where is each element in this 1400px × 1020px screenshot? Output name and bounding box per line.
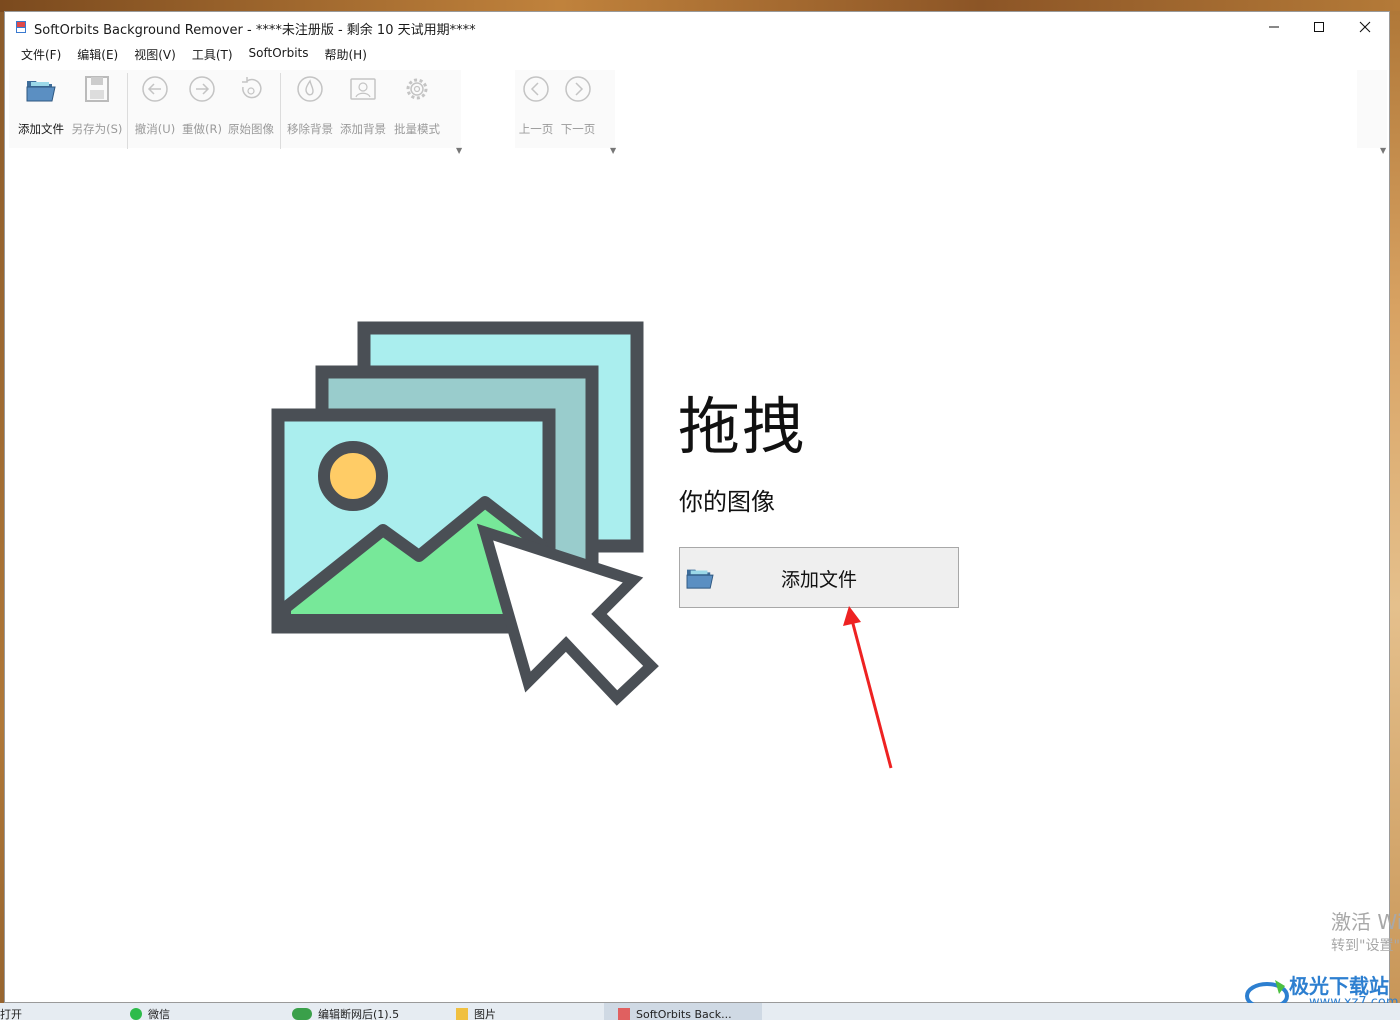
app-logo-icon (618, 1008, 630, 1020)
save-as-button[interactable]: 另存为(S) (69, 67, 125, 137)
folder-icon (456, 1008, 468, 1020)
window-title: SoftOrbits Background Remover - ****未注册版… (34, 23, 476, 38)
maximize-icon (1314, 22, 1324, 32)
menu-tools[interactable]: 工具(T) (184, 43, 241, 65)
next-page-label: 下一页 (560, 122, 596, 136)
menu-edit[interactable]: 编辑(E) (69, 43, 126, 65)
toolbar-group-extra (1357, 70, 1387, 148)
wechat-icon (130, 1008, 142, 1020)
forward-arrow-icon (189, 76, 215, 102)
save-as-label: 另存为(S) (71, 122, 123, 136)
batch-mode-button[interactable]: 批量模式 (391, 67, 443, 137)
app-logo-icon (16, 21, 26, 33)
taskbar-item-editor-label: 编辑断网后(1).5 (318, 1008, 400, 1020)
minimize-button[interactable] (1251, 12, 1297, 42)
editor-icon (292, 1008, 312, 1020)
toolbar-separator (280, 73, 281, 149)
redo-button[interactable]: 重做(R) (179, 67, 225, 137)
reset-icon (242, 77, 262, 99)
chevron-right-icon (565, 76, 591, 102)
folder-icon (26, 81, 56, 102)
menu-file[interactable]: 文件(F) (13, 43, 69, 65)
maximize-button[interactable] (1296, 12, 1342, 42)
close-icon (1359, 21, 1371, 33)
activation-watermark: 激活 Wi (1331, 910, 1400, 934)
taskbar-item-softorbits-label: SoftOrbits Back... (636, 1008, 732, 1020)
toolbar: 添加文件 另存为(S) 撤消(U) 重做(R) 原始图像 移除背景 添加背景 批… (5, 67, 1389, 155)
menu-softorbits[interactable]: SoftOrbits (241, 43, 317, 65)
taskbar: 打开 微信 编辑断网后(1).5 图片 SoftOrbits Back... (0, 1003, 1400, 1020)
add-file-toolbar-label: 添加文件 (18, 122, 64, 136)
taskbar-item-editor[interactable]: 编辑断网后(1).5 (292, 1008, 399, 1020)
toolbar-overflow-icon[interactable]: ▼ (1380, 146, 1386, 155)
chevron-left-icon (523, 76, 549, 102)
title-bar: SoftOrbits Background Remover - ****未注册版… (5, 12, 1389, 42)
gear-icon (406, 78, 428, 100)
previous-page-button[interactable]: 上一页 (515, 67, 557, 137)
close-button[interactable] (1342, 12, 1388, 42)
taskbar-item-open[interactable]: 打开 (0, 1008, 22, 1020)
toolbar-separator (127, 73, 128, 149)
add-file-button[interactable]: 添加文件 (679, 547, 959, 608)
drag-heading: 拖拽 (678, 390, 807, 463)
undo-button[interactable]: 撤消(U) (131, 67, 179, 137)
taskbar-item-wechat[interactable]: 微信 (130, 1008, 170, 1020)
taskbar-item-pictures-label: 图片 (474, 1008, 496, 1020)
add-background-label: 添加背景 (340, 122, 386, 136)
minimize-icon (1269, 26, 1279, 28)
drop-images-illustration (271, 321, 659, 706)
original-image-button[interactable]: 原始图像 (225, 67, 277, 137)
add-file-button-label: 添加文件 (780, 569, 857, 591)
undo-label: 撤消(U) (134, 122, 176, 136)
menu-bar: 文件(F) 编辑(E) 视图(V) 工具(T) SoftOrbits 帮助(H) (13, 43, 375, 65)
batch-mode-label: 批量模式 (394, 122, 440, 136)
original-image-label: 原始图像 (228, 122, 274, 136)
next-page-button[interactable]: 下一页 (557, 67, 599, 137)
toolbar-overflow-icon[interactable]: ▼ (610, 146, 616, 155)
desktop-background-edge (1390, 11, 1400, 1003)
remove-background-label: 移除背景 (287, 122, 333, 136)
drag-subheading: 你的图像 (679, 488, 775, 516)
back-arrow-icon (142, 76, 168, 102)
add-background-button[interactable]: 添加背景 (337, 67, 389, 137)
menu-help[interactable]: 帮助(H) (316, 43, 374, 65)
redo-label: 重做(R) (182, 122, 222, 136)
annotation-arrow-icon (843, 606, 893, 769)
menu-view[interactable]: 视图(V) (126, 43, 184, 65)
drop-icon (297, 76, 323, 102)
save-icon (85, 76, 109, 102)
activation-watermark-sub: 转到"设置" (1331, 938, 1400, 954)
add-file-toolbar-button[interactable]: 添加文件 (13, 67, 69, 137)
toolbar-overflow-icon[interactable]: ▼ (456, 146, 462, 155)
picture-icon (350, 78, 376, 100)
app-window: SoftOrbits Background Remover - ****未注册版… (4, 11, 1400, 1010)
taskbar-item-pictures[interactable]: 图片 (456, 1008, 496, 1020)
taskbar-item-softorbits[interactable]: SoftOrbits Back... (618, 1008, 732, 1020)
taskbar-item-wechat-label: 微信 (148, 1008, 170, 1020)
previous-page-label: 上一页 (518, 122, 554, 136)
remove-background-button[interactable]: 移除背景 (284, 67, 336, 137)
